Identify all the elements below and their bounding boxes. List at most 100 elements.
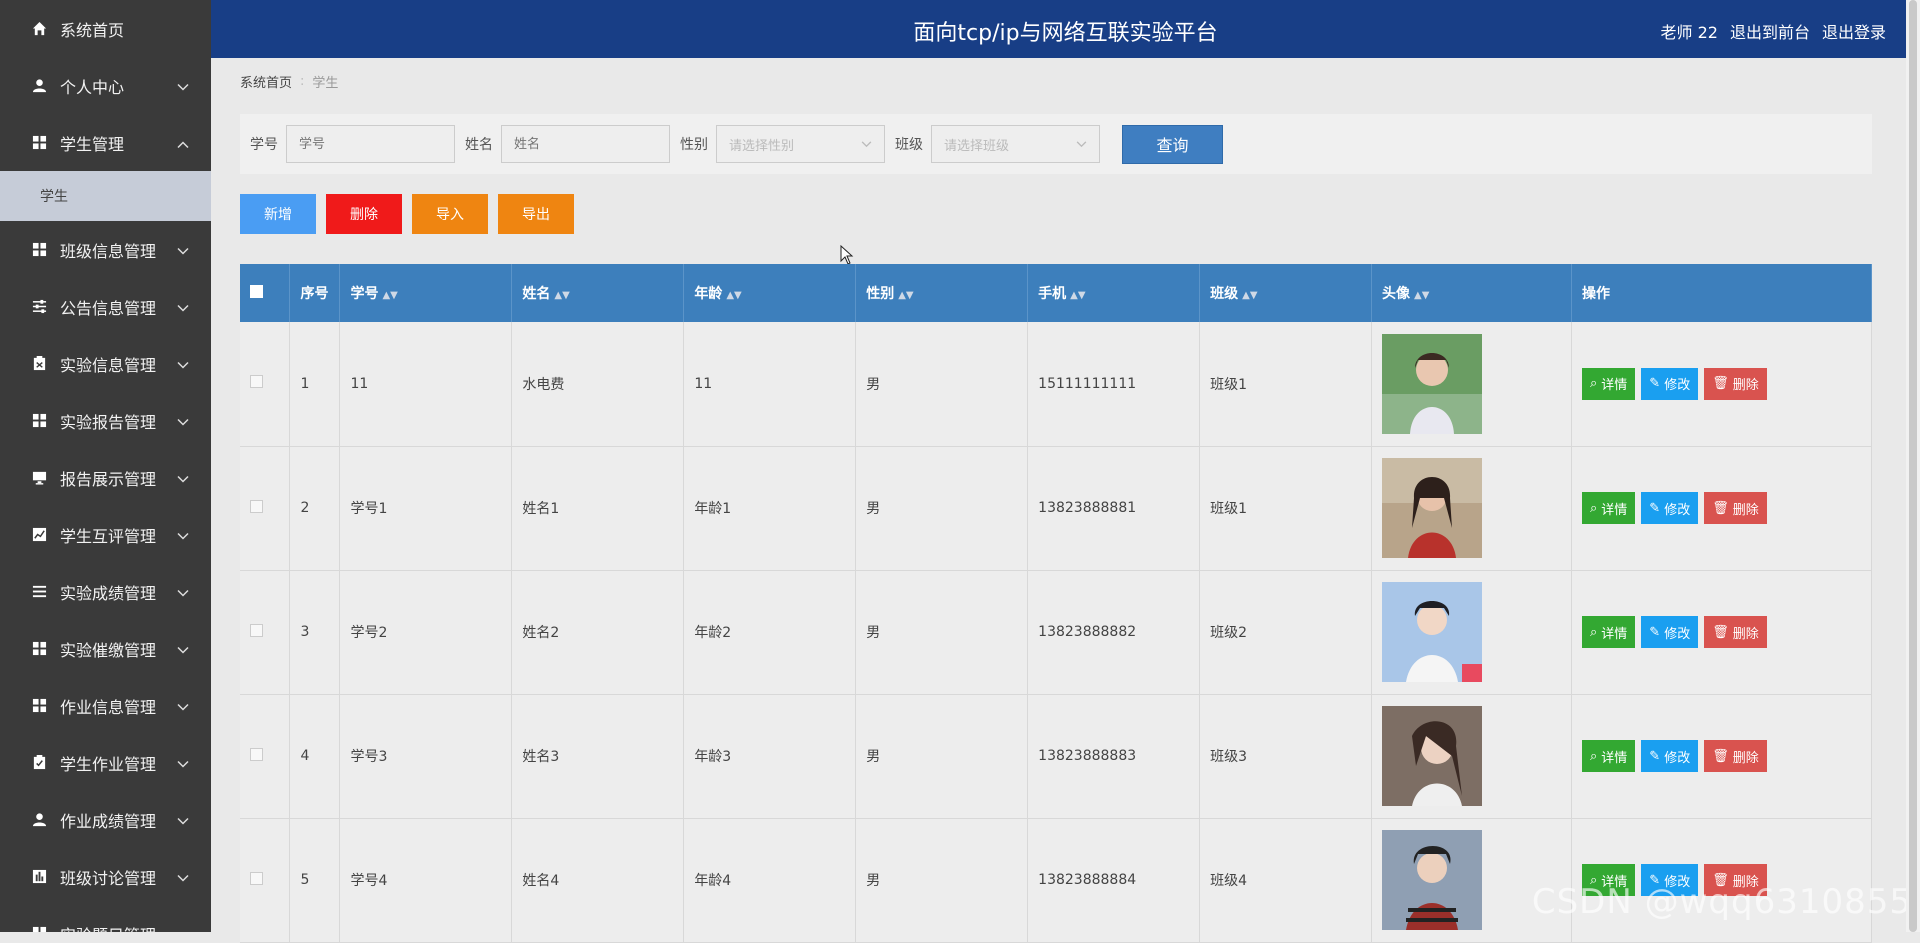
row-checkbox[interactable] [250, 872, 263, 885]
monitor-icon [31, 469, 48, 486]
detail-button[interactable]: ⌕详情 [1582, 740, 1635, 772]
query-button[interactable]: 查询 [1122, 125, 1223, 164]
breadcrumb-home[interactable]: 系统首页 [240, 72, 292, 91]
age-cell: 年龄3 [684, 694, 856, 818]
column-header[interactable]: 头像▲▼ [1372, 264, 1572, 322]
sort-icon[interactable]: ▲▼ [1414, 290, 1429, 301]
grid-icon [31, 697, 48, 714]
sidebar-item-class-discussion[interactable]: 班级讨论管理 [0, 848, 211, 905]
name-cell: 水电费 [512, 322, 684, 446]
name-input[interactable] [501, 125, 670, 163]
column-header[interactable]: 姓名▲▼ [512, 264, 684, 322]
sort-icon[interactable]: ▲▼ [898, 290, 913, 301]
sidebar-item-student-management[interactable]: 学生管理 [0, 114, 211, 171]
column-header[interactable]: 年龄▲▼ [684, 264, 856, 322]
gender-cell: 男 [856, 570, 1028, 694]
column-header[interactable]: 性别▲▼ [856, 264, 1028, 322]
grid-icon [31, 640, 48, 657]
chevron-down-icon [177, 696, 189, 715]
list-icon [31, 583, 48, 600]
row-delete-button[interactable]: 🗑删除 [1704, 616, 1767, 648]
detail-button[interactable]: ⌕详情 [1582, 616, 1635, 648]
column-header[interactable]: 学号▲▼ [340, 264, 512, 322]
row-delete-button[interactable]: 🗑删除 [1704, 368, 1767, 400]
header: 面向tcp/ip与网络互联实验平台 老师 22 退出到前台 退出登录 [211, 0, 1920, 58]
row-delete-button[interactable]: 🗑删除 [1704, 492, 1767, 524]
edit-button[interactable]: ✎修改 [1641, 616, 1698, 648]
sidebar-item-student-homework[interactable]: 学生作业管理 [0, 734, 211, 791]
export-button[interactable]: 导出 [498, 194, 574, 234]
sidebar-item-experiment-report[interactable]: 实验报告管理 [0, 392, 211, 449]
sidebar-item-experiment-reminder[interactable]: 实验催缴管理 [0, 620, 211, 677]
class-cell: 班级2 [1200, 570, 1372, 694]
sidebar-item-home[interactable]: 系统首页 [0, 0, 211, 57]
select-all-checkbox[interactable] [250, 285, 263, 298]
pencil-icon: ✎ [1649, 376, 1660, 391]
operations-cell: ⌕详情 ✎修改 🗑删除 [1572, 818, 1872, 942]
logout-link[interactable]: 退出登录 [1822, 19, 1886, 43]
column-header[interactable]: 手机▲▼ [1028, 264, 1200, 322]
student-id-cell: 学号1 [340, 446, 512, 570]
gender-select-placeholder: 请选择性别 [729, 135, 794, 154]
sidebar-item-label: 实验成绩管理 [60, 580, 156, 604]
breadcrumb-separator: : [300, 74, 304, 89]
sidebar-item-announcement[interactable]: 公告信息管理 [0, 278, 211, 335]
detail-button[interactable]: ⌕详情 [1582, 492, 1635, 524]
exit-to-front-link[interactable]: 退出到前台 [1730, 19, 1810, 43]
student-id-input[interactable] [286, 125, 455, 163]
sort-icon[interactable]: ▲▼ [1070, 290, 1085, 301]
detail-button[interactable]: ⌕详情 [1582, 368, 1635, 400]
avatar [1382, 706, 1482, 806]
sidebar-item-homework-info[interactable]: 作业信息管理 [0, 677, 211, 734]
row-checkbox[interactable] [250, 748, 263, 761]
import-button[interactable]: 导入 [412, 194, 488, 234]
chevron-down-icon [1076, 137, 1087, 152]
edit-button[interactable]: ✎修改 [1641, 740, 1698, 772]
sidebar-item-peer-review[interactable]: 学生互评管理 [0, 506, 211, 563]
sidebar-item-label: 实验题目管理 [60, 922, 156, 933]
page-scrollbar[interactable] [1906, 0, 1920, 932]
gender-cell: 男 [856, 322, 1028, 446]
breadcrumb: 系统首页 : 学生 [240, 72, 338, 91]
sort-icon[interactable]: ▲▼ [1242, 290, 1257, 301]
search-icon: ⌕ [1590, 501, 1597, 516]
sidebar-item-experiment-topic[interactable]: 实验题目管理 [0, 905, 211, 932]
index-cell: 4 [290, 694, 340, 818]
sidebar-item-experiment-score[interactable]: 实验成绩管理 [0, 563, 211, 620]
phone-cell: 13823888883 [1028, 694, 1200, 818]
sidebar-item-class-info[interactable]: 班级信息管理 [0, 221, 211, 278]
sidebar-item-label: 班级讨论管理 [60, 865, 156, 889]
sort-icon[interactable]: ▲▼ [554, 290, 569, 301]
sidebar-item-homework-score[interactable]: 作业成绩管理 [0, 791, 211, 848]
pencil-icon: ✎ [1649, 749, 1660, 764]
trash-icon: 🗑 [1712, 376, 1729, 391]
edit-button[interactable]: ✎修改 [1641, 368, 1698, 400]
main-content: 系统首页 : 学生 学号 姓名 性别 请选择性别 班级 请选择班级 查询 新增 … [211, 58, 1920, 932]
gender-select[interactable]: 请选择性别 [716, 125, 885, 163]
age-cell: 年龄2 [684, 570, 856, 694]
avatar [1382, 582, 1482, 682]
class-cell: 班级1 [1200, 322, 1372, 446]
row-checkbox[interactable] [250, 624, 263, 637]
column-header[interactable]: 班级▲▼ [1200, 264, 1372, 322]
row-checkbox[interactable] [250, 500, 263, 513]
sort-icon[interactable]: ▲▼ [382, 290, 397, 301]
batch-delete-button[interactable]: 删除 [326, 194, 402, 234]
row-select-cell [240, 570, 290, 694]
class-select[interactable]: 请选择班级 [931, 125, 1100, 163]
sidebar-subitem-student[interactable]: 学生 [0, 171, 211, 221]
gender-label: 性别 [680, 134, 708, 154]
sidebar-item-experiment-info[interactable]: 实验信息管理 [0, 335, 211, 392]
sidebar-item-report-display[interactable]: 报告展示管理 [0, 449, 211, 506]
row-select-cell [240, 446, 290, 570]
row-checkbox[interactable] [250, 375, 263, 388]
add-button[interactable]: 新增 [240, 194, 316, 234]
student-id-cell: 11 [340, 322, 512, 446]
sort-icon[interactable]: ▲▼ [726, 290, 741, 301]
edit-button[interactable]: ✎修改 [1641, 492, 1698, 524]
sidebar-item-personal-center[interactable]: 个人中心 [0, 57, 211, 114]
scrollbar-thumb[interactable] [1909, 0, 1917, 932]
row-delete-button[interactable]: 🗑删除 [1704, 740, 1767, 772]
name-label: 姓名 [465, 134, 493, 154]
class-select-placeholder: 请选择班级 [944, 135, 1009, 154]
